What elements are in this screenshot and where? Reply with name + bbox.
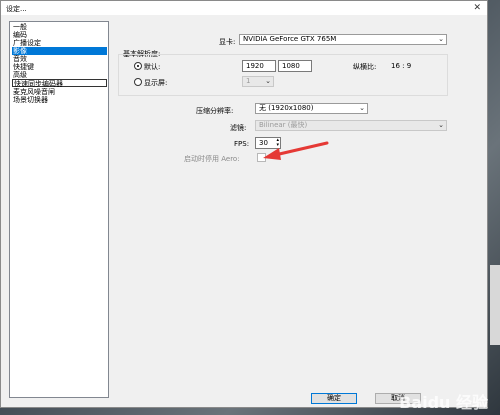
sidebar-item-broadcast[interactable]: 广播设定 [12, 39, 107, 47]
arrow-head [263, 148, 281, 160]
filter-select-value: Bilinear (最快) [259, 121, 308, 129]
aspect-ratio-label: 纵横比: [353, 63, 377, 71]
window-title: 设定... [6, 5, 27, 13]
monitor-select-value: 1 [246, 77, 251, 85]
width-input[interactable]: 1920 [242, 60, 276, 72]
downscale-label: 压缩分辨率: [196, 107, 234, 115]
sidebar-item-general[interactable]: 一般 [12, 23, 107, 31]
settings-category-list[interactable]: 一般 编码 广播设定 影像 音效 快捷键 高级 快速同步编码器 麦克风噪音闸 场… [9, 21, 109, 398]
close-icon[interactable]: ✕ [473, 3, 481, 13]
downscale-select-value: 无 (1920x1080) [259, 104, 314, 112]
disable-aero-label: 启动时停用 Aero: [184, 155, 240, 163]
downscale-select[interactable]: 无 (1920x1080) ⌄ [255, 103, 368, 114]
default-radio-label: 默认: [144, 63, 161, 71]
ok-button[interactable]: 确定 [311, 393, 357, 404]
sidebar-item-scene-switcher[interactable]: 场景切换器 [12, 96, 107, 104]
sidebar-item-advanced[interactable]: 高级 [12, 71, 107, 79]
chevron-down-icon: ⌄ [438, 121, 444, 129]
gpu-select-value: NVIDIA GeForce GTX 765M [243, 35, 337, 43]
chevron-down-icon: ⌄ [265, 77, 271, 85]
arrow-shaft [273, 141, 329, 157]
monitor-radio-label: 显示屏: [144, 79, 168, 87]
radio-dot [137, 65, 139, 67]
red-arrow-annotation [263, 141, 329, 160]
sidebar-item-quicksync[interactable]: 快速同步编码器 [12, 79, 107, 88]
sidebar-item-encoding[interactable]: 编码 [12, 31, 107, 39]
sidebar-item-audio[interactable]: 音效 [12, 55, 107, 63]
chevron-down-icon: ⌄ [438, 35, 444, 43]
sidebar-item-video[interactable]: 影像 [12, 47, 107, 55]
gpu-select[interactable]: NVIDIA GeForce GTX 765M ⌄ [239, 34, 447, 45]
settings-dialog: 设定... ✕ 一般 编码 广播设定 影像 音效 快捷键 高级 快速同步编码器 … [0, 0, 488, 408]
aspect-ratio-value: 16 : 9 [391, 62, 412, 70]
sidebar-item-noise-gate[interactable]: 麦克风噪音闸 [12, 88, 107, 96]
default-radio[interactable] [134, 62, 142, 70]
height-input[interactable]: 1080 [278, 60, 312, 72]
monitor-select[interactable]: 1 ⌄ [242, 76, 274, 87]
filter-select[interactable]: Bilinear (最快) ⌄ [255, 120, 447, 131]
background-window-edge [490, 265, 500, 345]
chevron-down-icon: ⌄ [359, 104, 365, 112]
sidebar-item-hotkeys[interactable]: 快捷键 [12, 63, 107, 71]
title-bar: 设定... ✕ [1, 1, 487, 15]
baidu-watermark: Baidu 经验 [399, 393, 488, 412]
monitor-radio[interactable] [134, 78, 142, 86]
filter-label: 滤镜: [230, 124, 247, 132]
gpu-label: 显卡: [219, 38, 236, 46]
fps-label: FPS: [234, 140, 250, 148]
